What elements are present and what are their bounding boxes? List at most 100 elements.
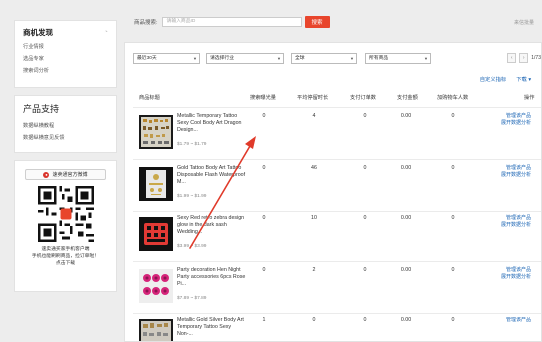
row-actions: 管理该产品 展开数据分析 bbox=[501, 165, 531, 178]
cart-value: 0 bbox=[451, 317, 455, 323]
row-actions: 管理该产品 bbox=[506, 317, 531, 324]
table-row: Metallic Gold Silver Body Art Temporary … bbox=[133, 317, 541, 341]
table-toolbar: 自定义指标 下载 ▾ bbox=[480, 75, 531, 83]
opportunity-panel-header[interactable]: 商机发现 ◔ bbox=[23, 27, 108, 38]
product-thumbnail[interactable] bbox=[139, 167, 173, 201]
region-select-value: 全球 bbox=[295, 56, 305, 61]
exposure-value: 0 bbox=[262, 165, 266, 171]
batch-link[interactable]: 来信批量 bbox=[514, 19, 534, 26]
orders-value: 0 bbox=[363, 215, 367, 221]
product-thumbnail[interactable] bbox=[139, 115, 173, 149]
exposure-value: 0 bbox=[262, 113, 266, 119]
app-promo-text-1: 速卖通买家手机客户端 bbox=[41, 247, 90, 252]
divider bbox=[133, 211, 541, 212]
search-button[interactable]: 搜索 bbox=[304, 16, 330, 28]
follow-weibo-button[interactable]: ● 速卖通官方微博 bbox=[25, 169, 106, 180]
product-title-link[interactable]: Metallic Temporary Tattoo Sexy Cool Body… bbox=[177, 113, 247, 134]
product-title-link[interactable]: Metallic Gold Silver Body Art Temporary … bbox=[177, 317, 247, 338]
product-price: $7.89 ~ $7.89 bbox=[177, 296, 207, 301]
custom-metrics-link[interactable]: 自定义指标 bbox=[480, 75, 507, 83]
orders-value: 0 bbox=[363, 317, 367, 323]
next-page-button[interactable]: › bbox=[519, 53, 529, 63]
cart-value: 0 bbox=[451, 165, 455, 171]
expand-analysis-link[interactable]: 展开数据分析 bbox=[501, 172, 531, 179]
col-header-ops: 操作 bbox=[524, 95, 535, 101]
product-select[interactable]: 所有商品 ▼ bbox=[365, 53, 431, 64]
exposure-value: 0 bbox=[262, 267, 266, 273]
app-promo-text-2: 手机也能刷刷商品，捡订单啦！ bbox=[31, 254, 100, 259]
product-thumbnail[interactable] bbox=[139, 319, 173, 341]
manage-product-link[interactable]: 管理该产品 bbox=[501, 215, 531, 222]
expand-analysis-link[interactable]: 展开数据分析 bbox=[501, 274, 531, 281]
download-label: 下载 bbox=[516, 77, 527, 83]
chevron-down-icon: ▼ bbox=[424, 56, 428, 61]
filter-bar: 最近30天 ▼ 请选择行业 ▼ 全球 ▼ 所有商品 ▼ ‹ › 1/73 bbox=[133, 53, 541, 65]
opportunity-panel-title: 商机发现 bbox=[23, 28, 53, 37]
industry-select-value: 请选择行业 bbox=[210, 56, 234, 61]
amount-value: 0.00 bbox=[400, 267, 412, 273]
stay-value: 46 bbox=[311, 165, 317, 171]
qr-code bbox=[37, 186, 94, 242]
chevron-down-icon: ▼ bbox=[193, 56, 197, 61]
stay-value: 2 bbox=[312, 267, 316, 273]
exposure-value: 1 bbox=[262, 317, 266, 323]
col-header-exposure: 搜索曝光量 bbox=[250, 95, 276, 101]
cart-value: 0 bbox=[451, 215, 455, 221]
stay-value: 0 bbox=[312, 317, 316, 323]
chevron-down-icon: ▾ bbox=[528, 77, 531, 83]
expand-analysis-link[interactable]: 展开数据分析 bbox=[501, 222, 531, 229]
divider bbox=[133, 313, 541, 314]
divider bbox=[133, 159, 541, 160]
orders-value: 0 bbox=[363, 113, 367, 119]
expand-analysis-link[interactable]: 展开数据分析 bbox=[501, 120, 531, 127]
sidebar-link-keyword-analysis[interactable]: 搜索词分析 bbox=[23, 67, 108, 74]
region-select[interactable]: 全球 ▼ bbox=[291, 53, 357, 64]
product-thumbnail[interactable] bbox=[139, 269, 173, 303]
table-row: Sexy Red retro zebra design glow in the … bbox=[133, 215, 541, 267]
prev-page-button[interactable]: ‹ bbox=[507, 53, 517, 63]
product-price: $1.99 ~ $1.99 bbox=[177, 194, 207, 199]
manage-product-link[interactable]: 管理该产品 bbox=[501, 267, 531, 274]
exposure-value: 0 bbox=[262, 215, 266, 221]
sidebar-link-feedback[interactable]: 数据纵横意见反馈 bbox=[23, 134, 108, 141]
divider bbox=[133, 261, 541, 262]
search-input[interactable]: 请输入商品ID bbox=[161, 17, 302, 27]
product-price: $1.79 ~ $1.79 bbox=[177, 142, 207, 147]
left-sidebar: 商机发现 ◔ 行业情报 选品专家 搜索词分析 产品支持 数据纵横教程 数据纵横意… bbox=[14, 20, 117, 299]
manage-product-link[interactable]: 管理该产品 bbox=[501, 165, 531, 172]
app-download-link[interactable]: 点击下载 bbox=[21, 260, 110, 267]
download-link[interactable]: 下载 ▾ bbox=[516, 75, 531, 83]
product-title-link[interactable]: Party decoration Hen Night Party accesso… bbox=[177, 267, 247, 288]
cart-value: 0 bbox=[451, 267, 455, 273]
col-header-product: 商品标题 bbox=[139, 95, 160, 101]
amount-value: 0.00 bbox=[400, 113, 412, 119]
sidebar-link-industry-intel[interactable]: 行业情报 bbox=[23, 43, 108, 50]
cart-value: 0 bbox=[451, 113, 455, 119]
opportunity-panel: 商机发现 ◔ 行业情报 选品专家 搜索词分析 bbox=[14, 20, 117, 88]
row-actions: 管理该产品 展开数据分析 bbox=[501, 215, 531, 228]
divider bbox=[133, 107, 541, 108]
product-thumbnail[interactable] bbox=[139, 217, 173, 251]
manage-product-link[interactable]: 管理该产品 bbox=[506, 317, 531, 324]
manage-product-link[interactable]: 管理该产品 bbox=[501, 113, 531, 120]
sidebar-link-tutorial[interactable]: 数据纵横教程 bbox=[23, 122, 108, 129]
collapse-icon[interactable]: ◔ bbox=[104, 29, 108, 36]
app-promo-panel: ● 速卖通官方微博 速卖通买家手机客户端 手机也能刷刷商品，捡订单啦！ 点击下载 bbox=[14, 160, 117, 292]
table-row: Metallic Temporary Tattoo Sexy Cool Body… bbox=[133, 113, 541, 165]
stay-value: 10 bbox=[311, 215, 317, 221]
sidebar-link-product-expert[interactable]: 选品专家 bbox=[23, 55, 108, 62]
amount-value: 0.00 bbox=[400, 317, 412, 323]
follow-weibo-label: 速卖通官方微博 bbox=[52, 172, 88, 178]
orders-value: 0 bbox=[363, 165, 367, 171]
stay-value: 4 bbox=[312, 113, 316, 119]
col-header-orders: 支付订单数 bbox=[350, 95, 376, 101]
period-select-value: 最近30天 bbox=[137, 56, 157, 61]
col-header-amount: 支付金额 bbox=[397, 95, 418, 101]
support-panel: 产品支持 数据纵横教程 数据纵横意见反馈 bbox=[14, 95, 117, 153]
industry-select[interactable]: 请选择行业 ▼ bbox=[206, 53, 284, 64]
row-actions: 管理该产品 展开数据分析 bbox=[501, 113, 531, 126]
product-title-link[interactable]: Gold Tattoo Body Art Tattoo Disposable F… bbox=[177, 165, 247, 186]
search-label: 商品搜索: bbox=[134, 20, 158, 26]
product-title-link[interactable]: Sexy Red retro zebra design glow in the … bbox=[177, 215, 247, 236]
period-select[interactable]: 最近30天 ▼ bbox=[133, 53, 200, 64]
